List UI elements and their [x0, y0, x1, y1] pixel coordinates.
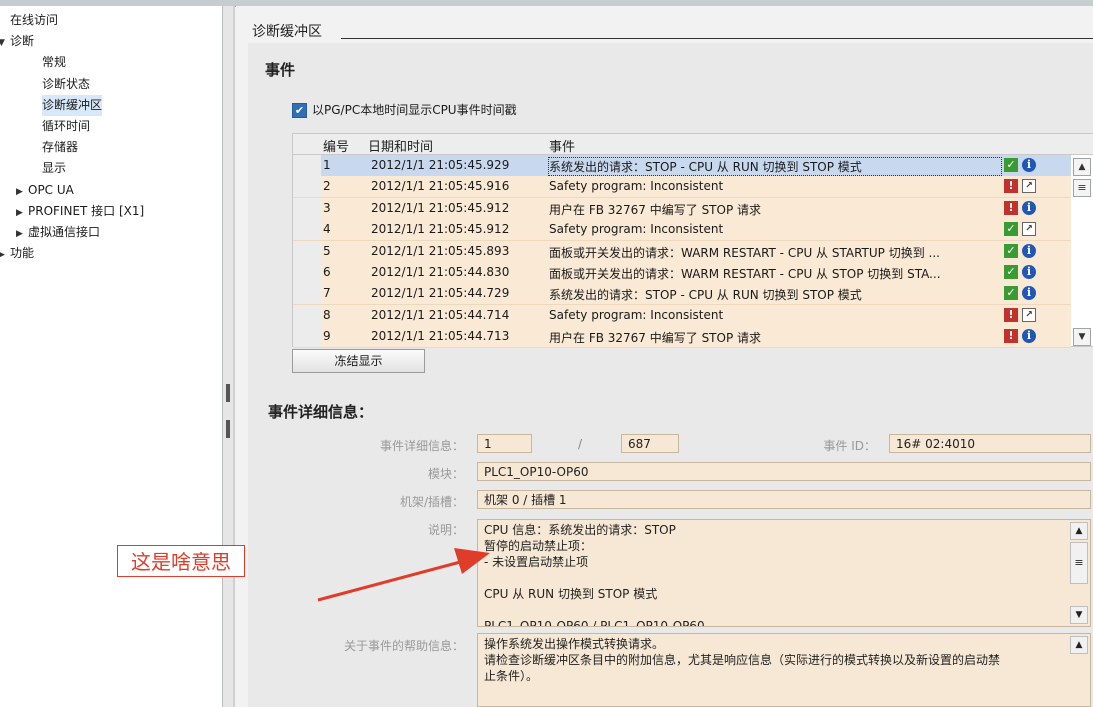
- annotation-arrow: [317, 548, 490, 602]
